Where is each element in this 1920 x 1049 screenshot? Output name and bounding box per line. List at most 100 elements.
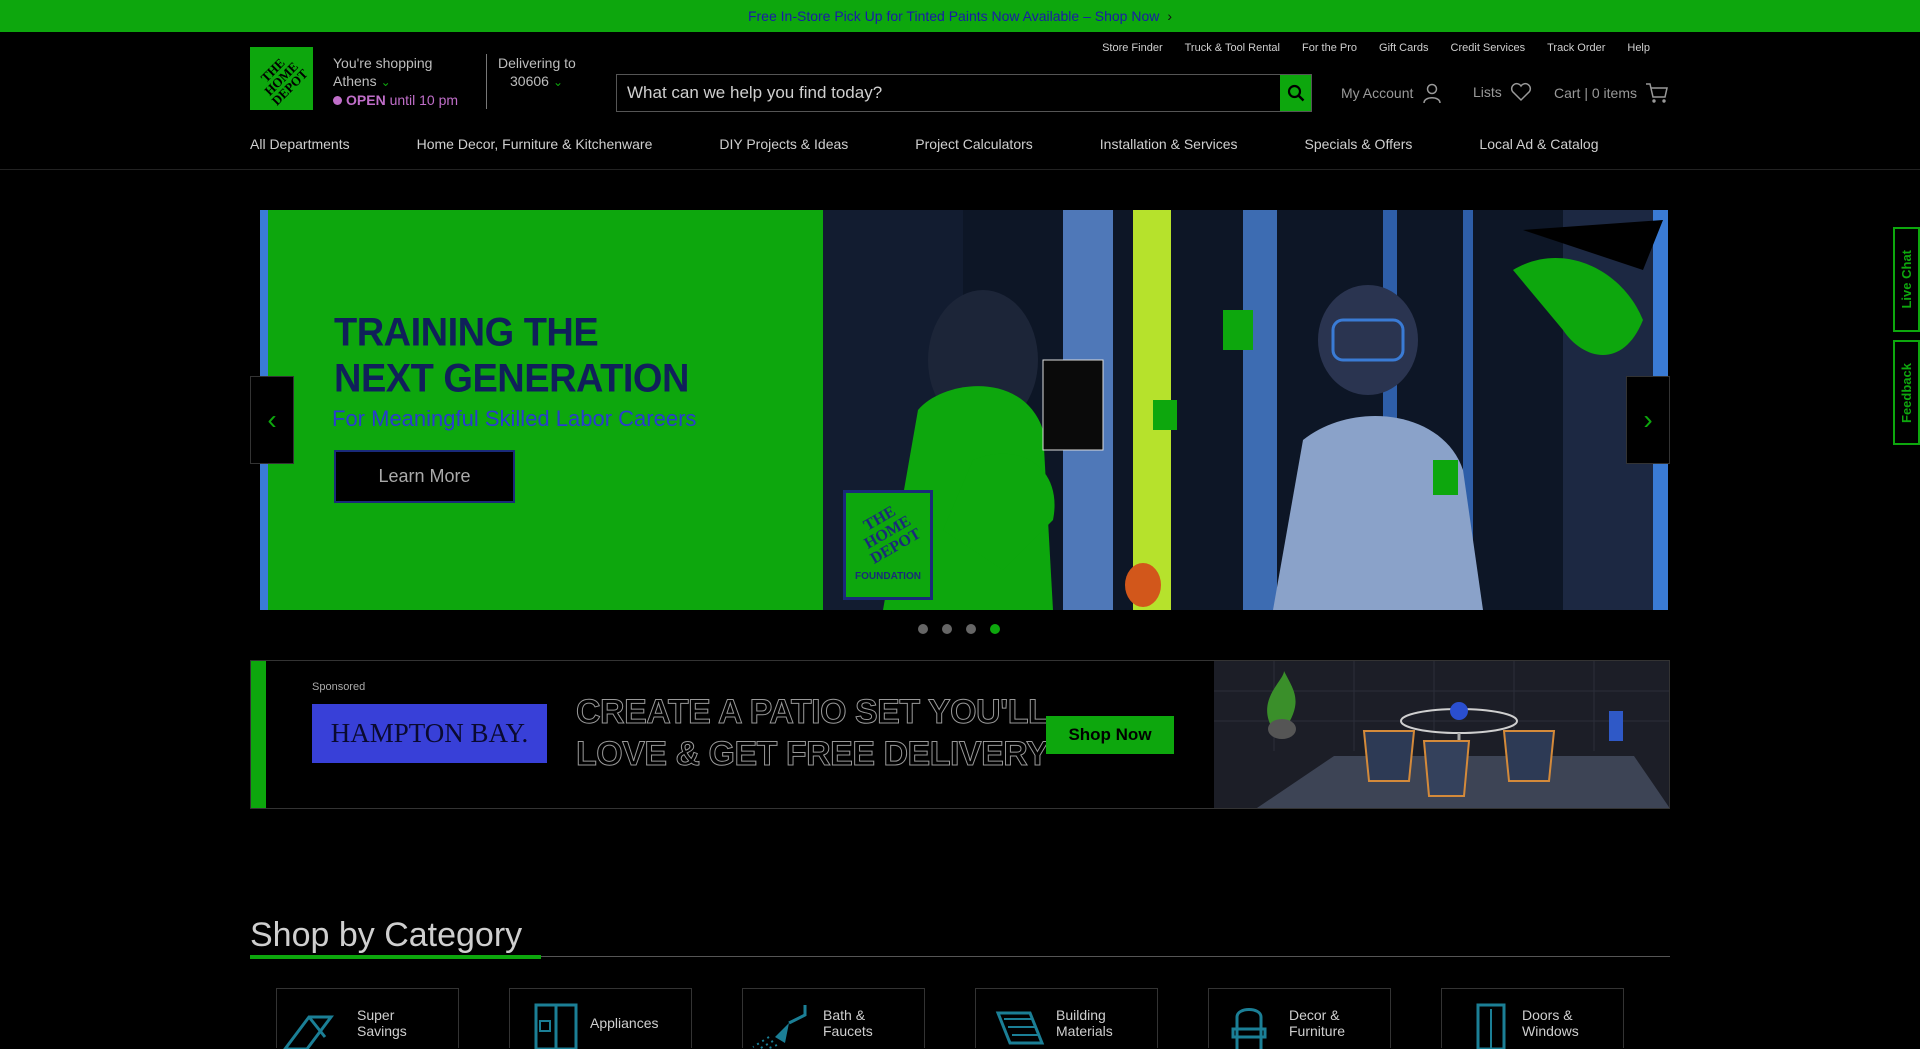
nav-installation-services[interactable]: Installation & Services bbox=[1100, 136, 1238, 152]
hero-carousel[interactable]: TRAINING THE NEXT GENERATION For Meaning… bbox=[260, 210, 1668, 610]
promo-text: Free In-Store Pick Up for Tinted Paints … bbox=[747, 8, 1160, 24]
live-chat-tab[interactable]: Live Chat bbox=[1893, 227, 1920, 332]
category-super-savings[interactable]: Super Savings bbox=[276, 988, 459, 1049]
patio-photo-graphic bbox=[1214, 661, 1669, 808]
patio-photo bbox=[1214, 661, 1669, 808]
nav-local-ad[interactable]: Local Ad & Catalog bbox=[1479, 136, 1598, 152]
nav-all-departments[interactable]: All Departments bbox=[250, 136, 350, 152]
category-appliances[interactable]: Appliances bbox=[509, 988, 692, 1049]
hero-title-line1: TRAINING THE bbox=[334, 310, 599, 355]
fridge-icon bbox=[534, 1003, 578, 1049]
hero-photo: THE HOME DEPOT FOUNDATION bbox=[823, 210, 1668, 610]
site-header: THE HOME DEPOT You're shopping Athens ⌄ O… bbox=[0, 32, 1920, 170]
promo-banner[interactable]: Free In-Store Pick Up for Tinted Paints … bbox=[0, 0, 1920, 32]
category-label-line1: Decor & bbox=[1289, 1007, 1340, 1023]
shop-now-button[interactable]: Shop Now bbox=[1046, 716, 1174, 754]
carousel-dot-4[interactable] bbox=[990, 624, 1000, 634]
nav-home-decor[interactable]: Home Decor, Furniture & Kitchenware bbox=[417, 136, 653, 152]
chevron-down-icon: ⌄ bbox=[552, 75, 563, 89]
shop-by-category-title: Shop by Category bbox=[250, 916, 523, 954]
store-open-status: OPEN bbox=[346, 92, 386, 108]
util-link-truck-rental[interactable]: Truck & Tool Rental bbox=[1185, 42, 1280, 54]
carousel-dot-3[interactable] bbox=[966, 624, 976, 634]
shower-icon bbox=[752, 1005, 807, 1049]
search-input[interactable] bbox=[617, 75, 1280, 111]
foundation-badge: THE HOME DEPOT FOUNDATION bbox=[843, 490, 933, 600]
store-selector[interactable]: You're shopping Athens ⌄ OPEN until 10 pm bbox=[333, 54, 458, 109]
category-label-line2: Savings bbox=[357, 1023, 407, 1039]
hero-subtitle: For Meaningful Skilled Labor Careers bbox=[332, 406, 697, 431]
util-link-help[interactable]: Help bbox=[1627, 42, 1650, 54]
carousel-next-button[interactable]: › bbox=[1626, 376, 1670, 464]
nav-project-calculators[interactable]: Project Calculators bbox=[915, 136, 1033, 152]
delivery-zip: 30606 bbox=[510, 73, 549, 89]
category-label-line1: Doors & bbox=[1522, 1007, 1573, 1023]
carousel-prev-button[interactable]: ‹ bbox=[250, 376, 294, 464]
live-chat-label: Live Chat bbox=[1899, 250, 1914, 309]
store-label: You're shopping bbox=[333, 55, 433, 71]
learn-more-button[interactable]: Learn More bbox=[334, 450, 515, 503]
cart-link[interactable]: Cart | 0 items bbox=[1554, 82, 1669, 104]
carousel-dot-1[interactable] bbox=[918, 624, 928, 634]
door-icon bbox=[1476, 1003, 1506, 1049]
carousel-dot-2[interactable] bbox=[942, 624, 952, 634]
cart-label: Cart | 0 items bbox=[1554, 85, 1637, 101]
category-label-line1: Building bbox=[1056, 1007, 1106, 1023]
util-link-store-finder[interactable]: Store Finder bbox=[1102, 42, 1163, 54]
lists-label: Lists bbox=[1473, 84, 1502, 100]
store-hours: until 10 pm bbox=[389, 92, 459, 108]
category-label-line2: Faucets bbox=[823, 1023, 873, 1039]
home-depot-logo[interactable]: THE HOME DEPOT bbox=[250, 47, 313, 110]
chevron-right-icon: › bbox=[1167, 8, 1173, 24]
category-decor-furniture[interactable]: Decor & Furniture bbox=[1208, 988, 1391, 1049]
my-account-label: My Account bbox=[1341, 85, 1414, 101]
hero-title: TRAINING THE NEXT GENERATION bbox=[334, 310, 689, 402]
hampton-bay-logo: HAMPTON BAY. bbox=[312, 704, 547, 763]
category-label-line1: Appliances bbox=[590, 1015, 659, 1031]
search-icon bbox=[1287, 84, 1304, 102]
hero-text-panel: TRAINING THE NEXT GENERATION For Meaning… bbox=[260, 210, 823, 610]
main-nav: All Departments Home Decor, Furniture & … bbox=[250, 136, 1666, 152]
nav-specials-offers[interactable]: Specials & Offers bbox=[1305, 136, 1413, 152]
category-label-line1: Bath & bbox=[823, 1007, 866, 1023]
category-label-line2: Furniture bbox=[1289, 1023, 1346, 1039]
my-account-link[interactable]: My Account bbox=[1341, 82, 1443, 104]
foundation-badge-logo: THE HOME DEPOT bbox=[860, 502, 924, 568]
ad-accent-bar bbox=[251, 661, 266, 808]
chevron-down-icon: ⌄ bbox=[380, 75, 391, 89]
util-link-gift-cards[interactable]: Gift Cards bbox=[1379, 42, 1429, 54]
util-link-credit-services[interactable]: Credit Services bbox=[1451, 42, 1526, 54]
delivery-zip-selector[interactable]: Delivering to 30606 ⌄ bbox=[498, 54, 576, 91]
lists-link[interactable]: Lists bbox=[1473, 82, 1532, 102]
category-bath-faucets[interactable]: Bath & Faucets bbox=[742, 988, 925, 1049]
nav-diy-projects[interactable]: DIY Projects & Ideas bbox=[719, 136, 848, 152]
store-city: Athens bbox=[333, 73, 377, 89]
category-doors-windows[interactable]: Doors & Windows bbox=[1441, 988, 1624, 1049]
cart-icon bbox=[1646, 83, 1668, 103]
category-building-materials[interactable]: Building Materials bbox=[975, 988, 1158, 1048]
hero-title-line2: NEXT GENERATION bbox=[334, 357, 689, 402]
logo-text: THE HOME DEPOT bbox=[257, 54, 311, 108]
sponsored-label: Sponsored bbox=[312, 681, 366, 693]
category-label-line2: Windows bbox=[1522, 1023, 1579, 1039]
chevron-right-icon: › bbox=[1643, 404, 1653, 435]
category-label-line1: Super bbox=[357, 1007, 395, 1023]
open-status-dot bbox=[333, 96, 342, 105]
carousel-dots bbox=[918, 624, 1000, 634]
tag-icon bbox=[283, 1015, 334, 1049]
util-link-track-order[interactable]: Track Order bbox=[1547, 42, 1605, 54]
category-list: Super Savings Appliances Bath & Faucets Bu… bbox=[276, 988, 1624, 1049]
search-bar bbox=[616, 74, 1312, 112]
feedback-label: Feedback bbox=[1899, 362, 1914, 423]
sponsored-ad-banner[interactable]: Sponsored HAMPTON BAY. CREATE A PATIO SE… bbox=[250, 660, 1670, 809]
chair-icon bbox=[1231, 1008, 1267, 1049]
ad-headline: CREATE A PATIO SET YOU'LL LOVE & GET FRE… bbox=[575, 691, 1049, 775]
feedback-tab[interactable]: Feedback bbox=[1893, 340, 1920, 445]
hero-photo-graphic bbox=[823, 210, 1668, 610]
search-button[interactable] bbox=[1280, 75, 1311, 111]
category-label-line2: Materials bbox=[1056, 1023, 1113, 1039]
util-link-for-the-pro[interactable]: For the Pro bbox=[1302, 42, 1357, 54]
utility-links: Store Finder Truck & Tool Rental For the… bbox=[1102, 42, 1650, 54]
delivery-label: Delivering to bbox=[498, 55, 576, 71]
ad-headline-line1: CREATE A PATIO SET YOU'LL bbox=[575, 693, 1049, 732]
